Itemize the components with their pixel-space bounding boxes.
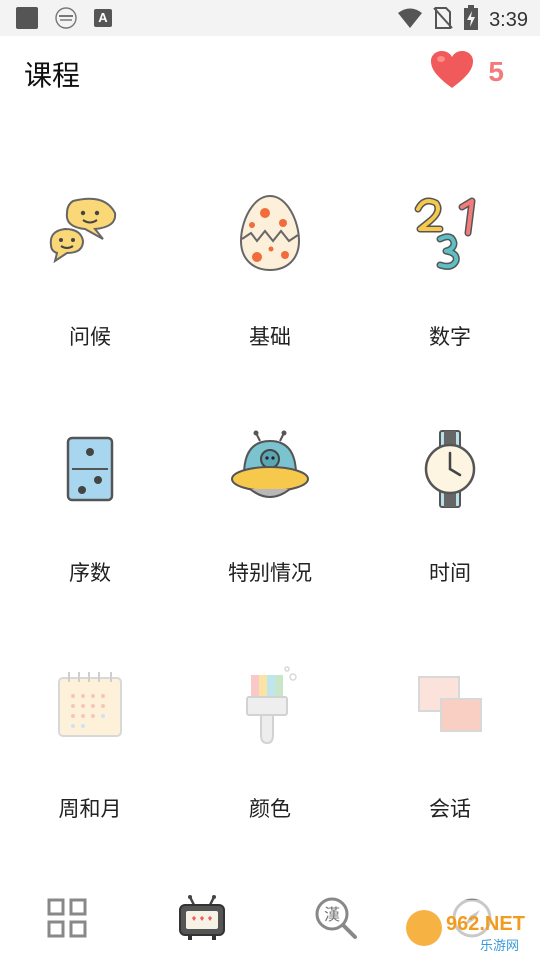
grid-icon [47,898,87,942]
course-time[interactable]: 时间 [360,376,540,612]
nav-tv[interactable] [172,892,232,948]
calendar-icon [45,660,135,750]
course-basics[interactable]: 基础 [180,140,360,376]
header: 课程 5 [0,36,540,112]
wifi-icon [397,7,423,33]
course-conversation[interactable]: 会话 [360,612,540,848]
course-ordinals[interactable]: 序数 [0,376,180,612]
course-label: 数字 [429,325,471,349]
han-magnifier-icon: 漢 [314,896,358,944]
nav-courses-grid[interactable] [37,892,97,948]
course-label: 基础 [249,325,291,349]
lives-indicator[interactable]: 5 [430,50,504,94]
watermark-sub: 乐游网 [480,939,519,954]
app-square-icon [16,7,38,29]
status-bar: A 3:39 [0,0,540,36]
paintbrush-icon [225,660,315,750]
course-special-cases[interactable]: 特别情况 [180,376,360,612]
course-label: 会话 [429,797,471,821]
wristwatch-icon [405,424,495,514]
ufo-icon [225,424,315,514]
course-colors[interactable]: 颜色 [180,612,360,848]
course-label: 周和月 [58,797,122,821]
svg-text:漢: 漢 [324,905,340,924]
speech-bubbles-icon [45,188,135,278]
course-numbers[interactable]: 数字 [360,140,540,376]
system-icons: 3:39 [397,5,528,35]
recorder-badge-icon [52,6,80,30]
heart-icon [430,50,474,94]
notification-icons: A [16,6,112,30]
clock-time: 3:39 [489,8,528,31]
domino-icon [45,424,135,514]
course-label: 时间 [429,561,471,585]
course-label: 序数 [69,561,111,585]
numbers-icon [405,188,495,278]
tv-icon [178,895,226,945]
course-label: 问候 [69,325,111,349]
battery-charging-icon [463,5,479,35]
lives-count: 5 [488,56,504,87]
conversation-cards-icon [405,660,495,750]
page-title: 课程 [24,59,81,92]
course-weeks-months[interactable]: 周和月 [0,612,180,848]
cracked-egg-icon [225,188,315,278]
no-sim-icon [433,6,453,34]
course-label: 特别情况 [228,561,312,585]
watermark-brand: 962.NET [446,913,525,935]
course-greetings[interactable]: 问候 [0,140,180,376]
watermark-logo: 962.NET 乐游网 [402,898,534,956]
a-letter-icon: A [94,9,112,27]
nav-han-search[interactable]: 漢 [306,892,366,948]
course-label: 颜色 [249,797,291,821]
